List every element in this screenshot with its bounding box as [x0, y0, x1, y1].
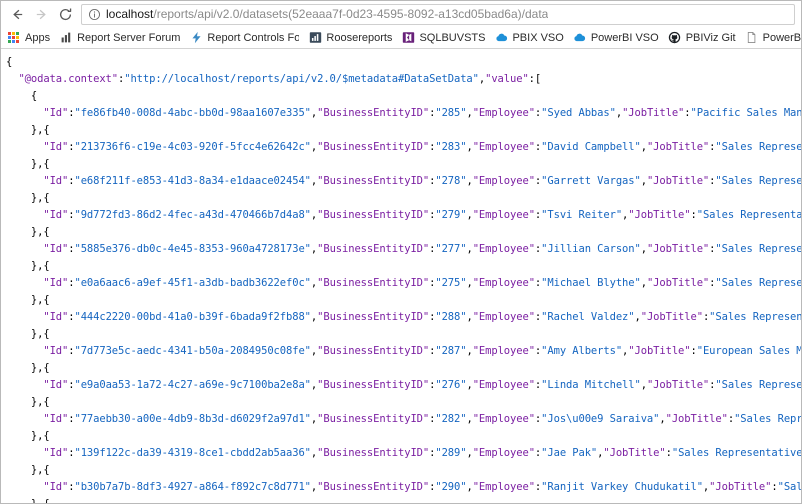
bookmark-label: Apps: [25, 31, 51, 44]
bookmark-label: Report Server Forum: [77, 31, 181, 44]
page-icon: [745, 31, 759, 45]
bookmark-apps[interactable]: Apps: [4, 29, 55, 47]
bookmark-label: Roosereports: [326, 31, 393, 44]
bookmark-pbiviz-git[interactable]: PBIViz Git: [665, 29, 741, 47]
chart-square-icon: [308, 31, 322, 45]
page-content: { "@odata.context":"http://localhost/rep…: [1, 49, 801, 503]
json-response-body: { "@odata.context":"http://localhost/rep…: [6, 56, 801, 503]
bookmark-label: PowerBI VSO: [590, 31, 659, 44]
forward-button[interactable]: [29, 2, 53, 26]
bookmark-pbix-vso[interactable]: PBIX VSO: [491, 29, 568, 47]
address-bar-text: localhost/reports/api/v2.0/datasets(52ea…: [106, 8, 548, 21]
cloud-icon: [494, 31, 508, 45]
visual-studio-icon: [401, 31, 415, 45]
bookmark-powerbi-wiki[interactable]: PowerBI Wiki: [742, 29, 801, 47]
bookmark-sqlbuvsts[interactable]: SQLBUVSTS: [398, 29, 490, 47]
bookmarks-bar: Apps Report Server Forum Report Controls…: [1, 27, 801, 49]
bookmark-label: PBIX VSO: [512, 31, 564, 44]
address-bar-host: localhost: [106, 7, 154, 21]
reload-button[interactable]: [53, 2, 77, 26]
bookmark-roosereports[interactable]: Roosereports: [305, 29, 397, 47]
bookmark-label: SQLBUVSTS: [419, 31, 486, 44]
apps-grid-icon: [7, 31, 21, 45]
bookmark-label: PowerBI Wiki: [762, 31, 801, 44]
github-icon: [668, 31, 682, 45]
bookmark-label: Report Controls Foru: [207, 31, 300, 44]
cloud-icon: [573, 31, 587, 45]
browser-toolbar: localhost/reports/api/v2.0/datasets(52ea…: [1, 1, 801, 27]
bookmark-report-controls-forum[interactable]: Report Controls Foru: [186, 29, 304, 47]
bookmark-powerbi-vso[interactable]: PowerBI VSO: [570, 29, 664, 47]
address-bar[interactable]: localhost/reports/api/v2.0/datasets(52ea…: [81, 3, 795, 25]
bar-chart-icon: [59, 31, 73, 45]
back-button[interactable]: [5, 2, 29, 26]
browser-window: localhost/reports/api/v2.0/datasets(52ea…: [0, 0, 802, 504]
bookmark-label: PBIViz Git: [685, 31, 736, 44]
address-bar-path: /reports/api/v2.0/datasets(52eaaa7f-0d23…: [153, 7, 549, 21]
bookmark-report-server-forum[interactable]: Report Server Forum: [56, 29, 185, 47]
info-circle-icon[interactable]: [88, 8, 101, 21]
lightning-icon: [189, 31, 203, 45]
